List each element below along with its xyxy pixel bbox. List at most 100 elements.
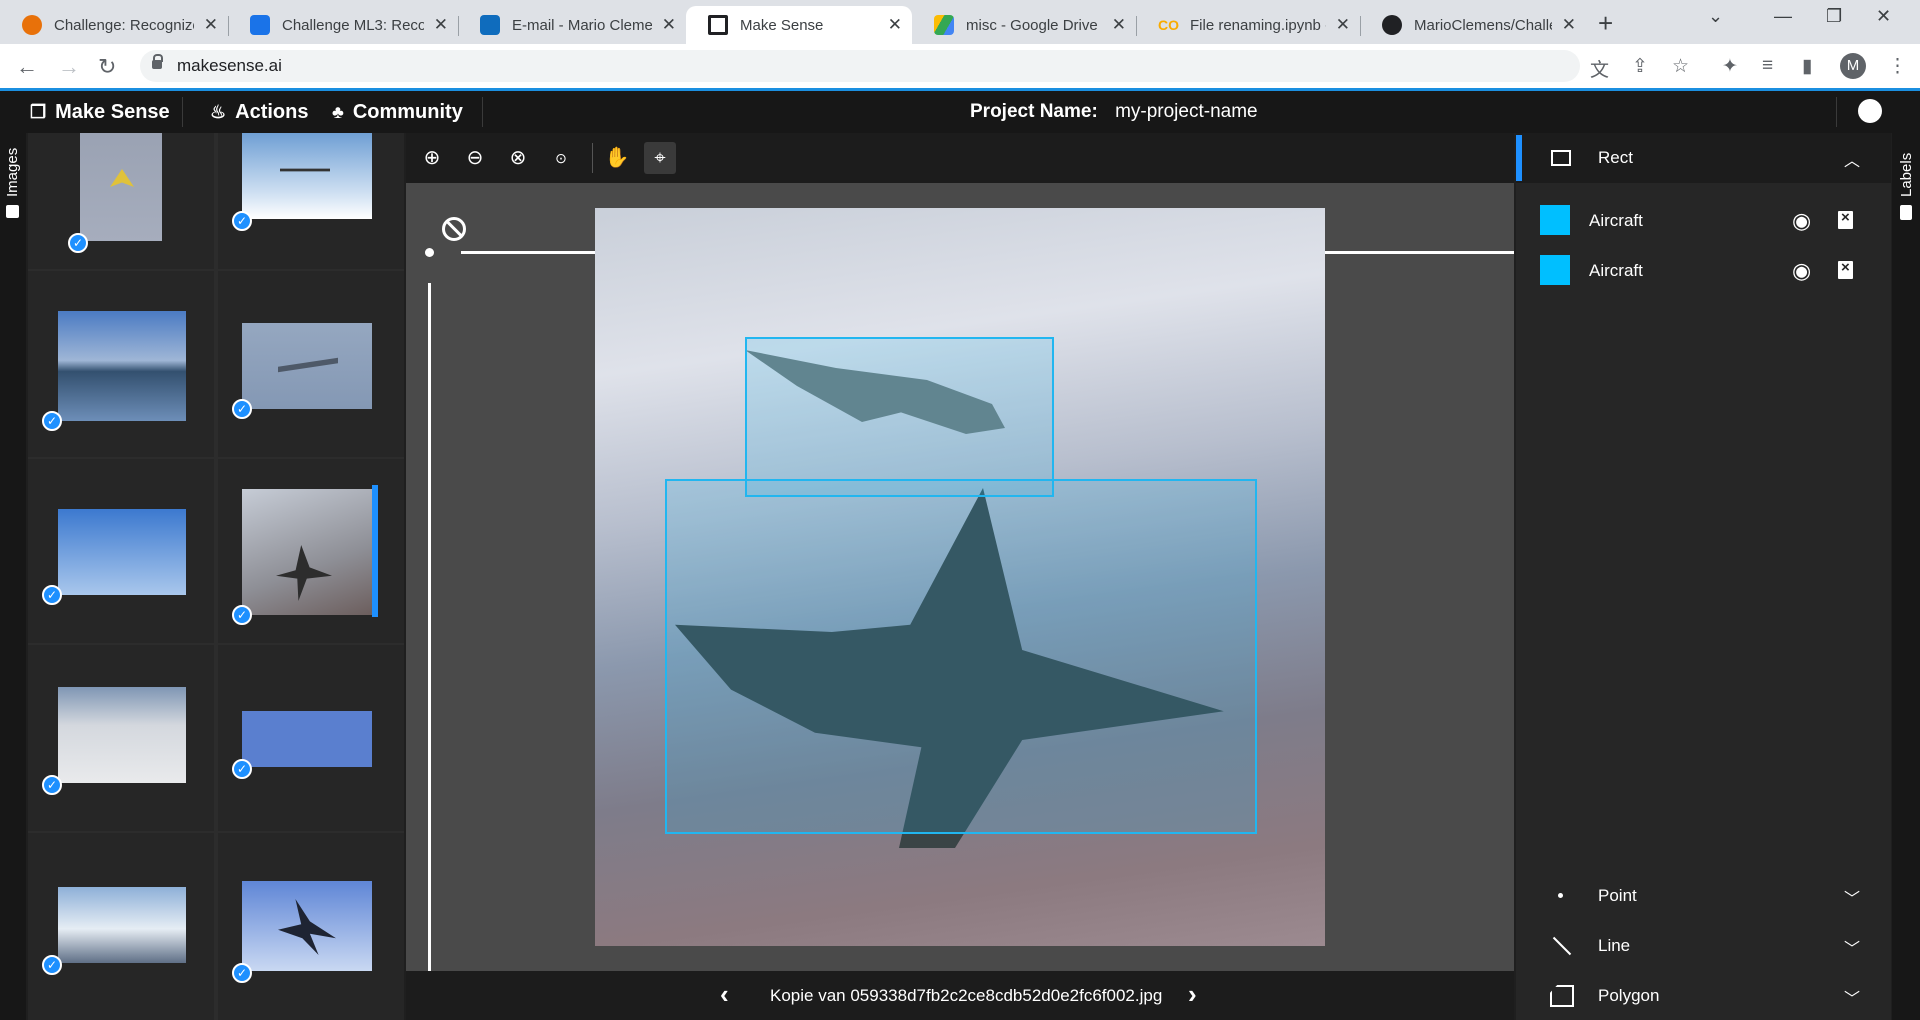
community-menu[interactable]: ♣ Community — [332, 101, 463, 124]
zoom-fit-icon[interactable]: ⊗ — [502, 142, 534, 174]
label-row[interactable]: Aircraft ◉ — [1516, 247, 1891, 293]
zoom-out-icon[interactable]: ⊖ — [459, 142, 491, 174]
omnibox[interactable] — [140, 50, 1580, 82]
zoom-in-icon[interactable]: ⊕ — [416, 142, 448, 174]
label-color-swatch[interactable] — [1540, 205, 1570, 235]
project-name-value[interactable]: my-project-name — [1115, 101, 1258, 122]
restore-icon[interactable]: ❐ — [1826, 6, 1842, 27]
label-row[interactable]: Aircraft ◉ — [1516, 197, 1891, 243]
thumbnail-cell-selected[interactable]: ✓ — [218, 459, 404, 643]
close-window-icon[interactable]: ✕ — [1876, 6, 1891, 27]
tab-title: File renaming.ipynb - — [1190, 16, 1326, 34]
translate-icon[interactable]: 文 — [1590, 55, 1609, 82]
polygon-tool-row[interactable]: Polygon ﹀ — [1516, 971, 1891, 1020]
images-side-tab[interactable]: Images — [0, 133, 26, 1020]
forward-icon[interactable]: → — [58, 54, 80, 80]
tab-close-icon[interactable]: ✕ — [1336, 15, 1350, 35]
next-image-icon[interactable]: › — [1188, 979, 1197, 1010]
nav-separator — [182, 97, 183, 127]
cursor-guide-vertical — [428, 283, 431, 973]
media-icon[interactable]: ≡ — [1762, 55, 1773, 77]
nav-separator — [1836, 97, 1837, 127]
labels-side-tab[interactable]: Labels — [1892, 133, 1920, 1020]
point-tool-label: Point — [1598, 886, 1637, 905]
annotated-check-icon: ✓ — [42, 585, 62, 605]
point-tool-row[interactable]: Point ﹀ — [1516, 871, 1891, 921]
crosshair-icon[interactable]: ⌖ — [644, 142, 676, 174]
tab-close-icon[interactable]: ✕ — [662, 15, 676, 35]
bounding-box-aircraft-2[interactable] — [665, 479, 1257, 834]
back-icon[interactable]: ← — [16, 54, 38, 80]
side-panel-icon[interactable]: ▮ — [1802, 55, 1812, 78]
jet-shape — [276, 545, 332, 601]
thumbnail-cell[interactable]: ✓ — [218, 271, 404, 457]
annotated-check-icon: ✓ — [42, 775, 62, 795]
bookmark-star-icon[interactable]: ☆ — [1672, 55, 1689, 78]
minimize-icon[interactable]: — — [1774, 6, 1792, 27]
previous-image-icon[interactable]: ‹ — [720, 979, 729, 1010]
address-bar: ← → ↻ makesense.ai 文 ⇪ ☆ ✦ ≡ ▮ M ⋮ — [0, 44, 1920, 88]
fire-icon: ♨ — [210, 102, 227, 122]
tab-close-icon[interactable]: ✕ — [1112, 15, 1126, 35]
thumbnail-image — [58, 887, 186, 963]
browser-tab-make-sense[interactable]: Make Sense ✕ — [686, 6, 912, 44]
label-name[interactable]: Aircraft — [1589, 211, 1643, 231]
thumbnail-cell[interactable]: ✓ — [28, 133, 214, 269]
reload-icon[interactable]: ↻ — [98, 54, 116, 80]
share-icon[interactable]: ⇪ — [1632, 55, 1648, 78]
label-name[interactable]: Aircraft — [1589, 261, 1643, 281]
new-tab-button[interactable]: + — [1598, 8, 1613, 39]
rect-tool-header[interactable]: Rect ︿ — [1516, 133, 1891, 183]
chrome-menu-icon[interactable]: ⋮ — [1888, 55, 1907, 78]
delete-icon[interactable] — [1838, 209, 1853, 229]
github-favicon-icon — [1382, 15, 1402, 35]
lock-icon[interactable] — [152, 54, 163, 69]
thumbnail-cell[interactable]: ✓ — [28, 645, 214, 831]
chevron-down-icon[interactable]: ﹀ — [1844, 935, 1860, 959]
chevron-down-icon[interactable]: ﹀ — [1844, 985, 1860, 1009]
thumbnail-cell[interactable]: ✓ — [28, 833, 214, 1020]
tab-close-icon[interactable]: ✕ — [888, 15, 902, 35]
delete-icon[interactable] — [1838, 259, 1853, 279]
url-text[interactable]: makesense.ai — [177, 56, 282, 76]
hand-pan-icon[interactable]: ✋ — [601, 142, 633, 174]
eye-icon[interactable]: ◉ — [1792, 208, 1811, 234]
github-icon[interactable] — [1858, 99, 1882, 123]
jet-shape — [278, 899, 336, 955]
extensions-icon[interactable]: ✦ — [1722, 55, 1738, 78]
thumbnail-cell[interactable]: ✓ — [28, 271, 214, 457]
images-tab-label: Images — [4, 147, 21, 197]
browser-tab-google-drive[interactable]: misc - Google Drive ✕ — [912, 6, 1136, 44]
line-tool-row[interactable]: Line ﹀ — [1516, 921, 1891, 971]
tab-close-icon[interactable]: ✕ — [204, 15, 218, 35]
zoom-actual-size-icon[interactable]: ⊙ — [545, 142, 577, 174]
tab-close-icon[interactable]: ✕ — [434, 15, 448, 35]
eye-icon[interactable]: ◉ — [1792, 258, 1811, 284]
actions-menu[interactable]: ♨ Actions — [210, 101, 308, 124]
chevron-up-icon[interactable]: ︿ — [1844, 147, 1860, 171]
profile-avatar[interactable]: M — [1840, 53, 1866, 79]
not-allowed-icon — [442, 217, 466, 241]
annotated-check-icon: ✓ — [232, 605, 252, 625]
browser-tab-challenge-ml3[interactable]: Challenge ML3: Recog ✕ — [228, 6, 458, 44]
google-drive-icon — [934, 15, 954, 35]
chevron-down-icon[interactable]: ﹀ — [1844, 885, 1860, 909]
label-color-swatch[interactable] — [1540, 255, 1570, 285]
annotated-check-icon: ✓ — [232, 399, 252, 419]
camera-icon — [6, 205, 19, 218]
browser-tab-github[interactable]: MarioClemens/Challe ✕ — [1360, 6, 1586, 44]
browser-tab-email[interactable]: E-mail - Mario Clemen ✕ — [458, 6, 686, 44]
browser-tab-colab[interactable]: CO File renaming.ipynb - ✕ — [1136, 6, 1360, 44]
image-filename: Kopie van 059338d7fb2c2ce8cdb52d0e2fc6f0… — [770, 986, 1163, 1005]
brand-logo[interactable]: ❒ Make Sense — [30, 101, 170, 124]
thumbnail-cell[interactable]: ✓ — [28, 459, 214, 643]
make-sense-favicon-icon — [708, 15, 728, 35]
thumbnail-cell[interactable]: ✓ — [218, 645, 404, 831]
annotated-image[interactable] — [595, 208, 1325, 946]
bounding-box-aircraft-1[interactable] — [745, 337, 1054, 497]
tab-close-icon[interactable]: ✕ — [1562, 15, 1576, 35]
browser-tab-challenge-recognize[interactable]: Challenge: Recognize ✕ — [0, 6, 228, 44]
thumbnail-cell[interactable]: ✓ — [218, 133, 404, 269]
thumbnail-cell[interactable]: ✓ — [218, 833, 404, 1020]
tab-search-icon[interactable]: ⌄ — [1708, 6, 1723, 27]
